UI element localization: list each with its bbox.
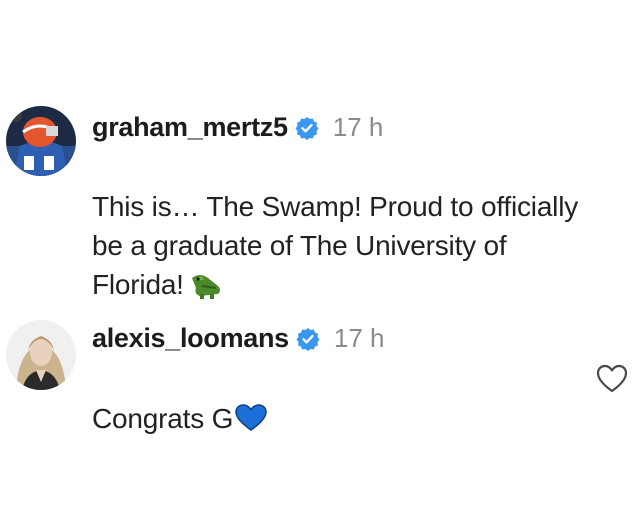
avatar[interactable] <box>6 106 76 176</box>
comment-item: alexis_loomans 17 h Congrats G <box>0 300 640 434</box>
username[interactable]: graham_mertz5 <box>92 112 288 143</box>
comment-body: Congrats G <box>92 403 234 434</box>
alligator-icon <box>191 275 220 299</box>
avatar[interactable] <box>6 320 76 390</box>
heart-outline-icon[interactable] <box>596 364 628 394</box>
timestamp: 17 h <box>332 112 384 142</box>
comment-item: graham_mertz5 17 h This is… The Swamp! P… <box>0 0 640 300</box>
verified-badge-icon <box>295 116 319 140</box>
username[interactable]: alexis_loomans <box>92 323 289 354</box>
comment-text: This is… The Swamp! Proud to officially … <box>92 148 578 304</box>
timestamp: 17 h <box>333 323 385 353</box>
comment-header: alexis_loomans 17 h <box>92 323 385 354</box>
blue-heart-icon <box>235 404 267 431</box>
comment-text: Congrats G <box>92 360 267 438</box>
comment-body: This is… The Swamp! Proud to officially … <box>92 191 579 300</box>
comment-header: graham_mertz5 17 h <box>92 112 383 143</box>
verified-badge-icon <box>296 327 320 351</box>
